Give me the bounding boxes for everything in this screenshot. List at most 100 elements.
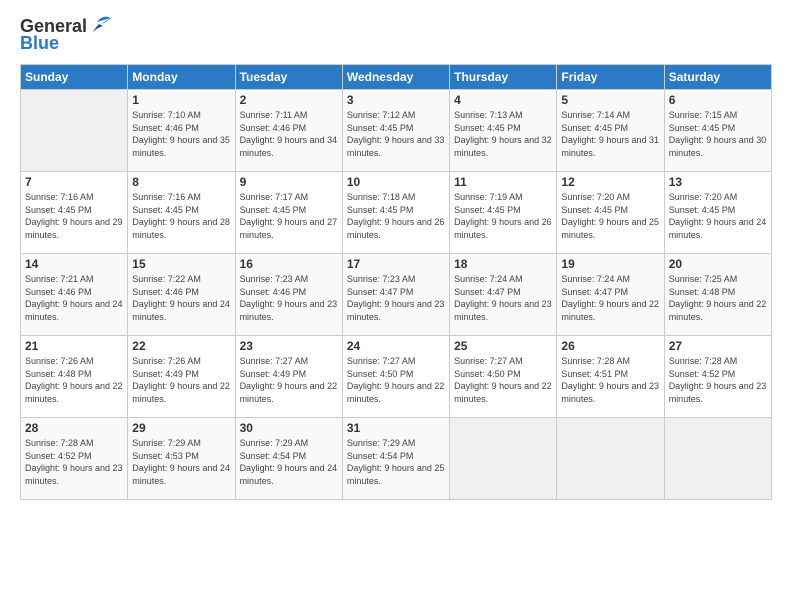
day-info: Sunrise: 7:24 AMSunset: 4:47 PMDaylight:…: [561, 273, 659, 323]
calendar-cell: 27 Sunrise: 7:28 AMSunset: 4:52 PMDayligh…: [664, 336, 771, 418]
page: General Blue Sunday Monday Tuesday Wedne…: [0, 0, 792, 612]
day-info: Sunrise: 7:19 AMSunset: 4:45 PMDaylight:…: [454, 191, 552, 241]
calendar-week-row: 7 Sunrise: 7:16 AMSunset: 4:45 PMDaylight…: [21, 172, 772, 254]
day-number: 14: [25, 257, 123, 271]
logo: General Blue: [20, 16, 115, 54]
day-info: Sunrise: 7:29 AMSunset: 4:54 PMDaylight:…: [240, 437, 338, 487]
day-number: 19: [561, 257, 659, 271]
day-info: Sunrise: 7:25 AMSunset: 4:48 PMDaylight:…: [669, 273, 767, 323]
calendar-cell: 28 Sunrise: 7:28 AMSunset: 4:52 PMDayligh…: [21, 418, 128, 500]
day-number: 3: [347, 93, 445, 107]
calendar-cell: 16Sunrise: 7:23 AMSunset: 4:46 PMDayligh…: [235, 254, 342, 336]
day-number: 8: [132, 175, 230, 189]
calendar-cell: 22Sunrise: 7:26 AMSunset: 4:49 PMDayligh…: [128, 336, 235, 418]
header-tuesday: Tuesday: [235, 65, 342, 90]
day-number: 30: [240, 421, 338, 435]
day-number: 29: [132, 421, 230, 435]
day-info: Sunrise: 7:28 AMSunset: 4:52 PMDaylight:…: [25, 437, 123, 487]
calendar-week-row: 1 Sunrise: 7:10 AMSunset: 4:46 PMDaylight…: [21, 90, 772, 172]
day-info: Sunrise: 7:20 AMSunset: 4:45 PMDaylight:…: [669, 191, 767, 241]
day-number: 9: [240, 175, 338, 189]
day-info: Sunrise: 7:10 AMSunset: 4:46 PMDaylight:…: [132, 109, 230, 159]
day-number: 23: [240, 339, 338, 353]
calendar-cell: 18 Sunrise: 7:24 AMSunset: 4:47 PMDayligh…: [450, 254, 557, 336]
calendar-cell: 4Sunrise: 7:13 AMSunset: 4:45 PMDaylight…: [450, 90, 557, 172]
calendar-cell: 23 Sunrise: 7:27 AMSunset: 4:49 PMDayligh…: [235, 336, 342, 418]
calendar-cell: 7 Sunrise: 7:16 AMSunset: 4:45 PMDaylight…: [21, 172, 128, 254]
header-saturday: Saturday: [664, 65, 771, 90]
calendar-cell: 20 Sunrise: 7:25 AMSunset: 4:48 PMDayligh…: [664, 254, 771, 336]
day-info: Sunrise: 7:17 AMSunset: 4:45 PMDaylight:…: [240, 191, 338, 241]
calendar-cell: 19 Sunrise: 7:24 AMSunset: 4:47 PMDayligh…: [557, 254, 664, 336]
calendar-cell: 24 Sunrise: 7:27 AMSunset: 4:50 PMDayligh…: [342, 336, 449, 418]
day-info: Sunrise: 7:14 AMSunset: 4:45 PMDaylight:…: [561, 109, 659, 159]
day-number: 22: [132, 339, 230, 353]
calendar-cell: 15 Sunrise: 7:22 AMSunset: 4:46 PMDayligh…: [128, 254, 235, 336]
day-number: 20: [669, 257, 767, 271]
calendar-table: Sunday Monday Tuesday Wednesday Thursday…: [20, 64, 772, 500]
calendar-cell: 12 Sunrise: 7:20 AMSunset: 4:45 PMDayligh…: [557, 172, 664, 254]
calendar-cell: 26 Sunrise: 7:28 AMSunset: 4:51 PMDayligh…: [557, 336, 664, 418]
header-monday: Monday: [128, 65, 235, 90]
day-info: Sunrise: 7:11 AMSunset: 4:46 PMDaylight:…: [240, 109, 338, 159]
day-info: Sunrise: 7:20 AMSunset: 4:45 PMDaylight:…: [561, 191, 659, 241]
calendar-cell: [450, 418, 557, 500]
day-number: 11: [454, 175, 552, 189]
calendar-cell: 17Sunrise: 7:23 AMSunset: 4:47 PMDayligh…: [342, 254, 449, 336]
day-info: Sunrise: 7:27 AMSunset: 4:50 PMDaylight:…: [347, 355, 445, 405]
day-info: Sunrise: 7:12 AMSunset: 4:45 PMDaylight:…: [347, 109, 445, 159]
day-number: 24: [347, 339, 445, 353]
day-info: Sunrise: 7:16 AMSunset: 4:45 PMDaylight:…: [132, 191, 230, 241]
day-number: 26: [561, 339, 659, 353]
calendar-cell: 10 Sunrise: 7:18 AMSunset: 4:45 PMDayligh…: [342, 172, 449, 254]
header-thursday: Thursday: [450, 65, 557, 90]
day-info: Sunrise: 7:24 AMSunset: 4:47 PMDaylight:…: [454, 273, 552, 323]
day-number: 13: [669, 175, 767, 189]
day-number: 6: [669, 93, 767, 107]
calendar-cell: 29 Sunrise: 7:29 AMSunset: 4:53 PMDayligh…: [128, 418, 235, 500]
calendar-cell: 25Sunrise: 7:27 AMSunset: 4:50 PMDayligh…: [450, 336, 557, 418]
calendar-cell: [21, 90, 128, 172]
day-number: 10: [347, 175, 445, 189]
header: General Blue: [20, 16, 772, 54]
day-info: Sunrise: 7:29 AMSunset: 4:54 PMDaylight:…: [347, 437, 445, 487]
header-wednesday: Wednesday: [342, 65, 449, 90]
logo-blue-text: Blue: [20, 33, 59, 54]
day-info: Sunrise: 7:27 AMSunset: 4:49 PMDaylight:…: [240, 355, 338, 405]
day-info: Sunrise: 7:22 AMSunset: 4:46 PMDaylight:…: [132, 273, 230, 323]
day-number: 27: [669, 339, 767, 353]
header-friday: Friday: [557, 65, 664, 90]
day-info: Sunrise: 7:29 AMSunset: 4:53 PMDaylight:…: [132, 437, 230, 487]
day-info: Sunrise: 7:15 AMSunset: 4:45 PMDaylight:…: [669, 109, 767, 159]
day-number: 1: [132, 93, 230, 107]
day-info: Sunrise: 7:18 AMSunset: 4:45 PMDaylight:…: [347, 191, 445, 241]
day-number: 2: [240, 93, 338, 107]
day-info: Sunrise: 7:27 AMSunset: 4:50 PMDaylight:…: [454, 355, 552, 405]
calendar-cell: 31 Sunrise: 7:29 AMSunset: 4:54 PMDayligh…: [342, 418, 449, 500]
calendar-cell: 21Sunrise: 7:26 AMSunset: 4:48 PMDayligh…: [21, 336, 128, 418]
calendar-cell: 13 Sunrise: 7:20 AMSunset: 4:45 PMDayligh…: [664, 172, 771, 254]
day-info: Sunrise: 7:16 AMSunset: 4:45 PMDaylight:…: [25, 191, 123, 241]
day-number: 5: [561, 93, 659, 107]
calendar-cell: 6 Sunrise: 7:15 AMSunset: 4:45 PMDaylight…: [664, 90, 771, 172]
day-number: 18: [454, 257, 552, 271]
calendar-cell: 30 Sunrise: 7:29 AMSunset: 4:54 PMDayligh…: [235, 418, 342, 500]
day-info: Sunrise: 7:28 AMSunset: 4:52 PMDaylight:…: [669, 355, 767, 405]
day-number: 28: [25, 421, 123, 435]
day-number: 31: [347, 421, 445, 435]
day-info: Sunrise: 7:23 AMSunset: 4:46 PMDaylight:…: [240, 273, 338, 323]
header-sunday: Sunday: [21, 65, 128, 90]
calendar-cell: 14 Sunrise: 7:21 AMSunset: 4:46 PMDayligh…: [21, 254, 128, 336]
days-header-row: Sunday Monday Tuesday Wednesday Thursday…: [21, 65, 772, 90]
day-info: Sunrise: 7:26 AMSunset: 4:48 PMDaylight:…: [25, 355, 123, 405]
calendar-cell: 2 Sunrise: 7:11 AMSunset: 4:46 PMDaylight…: [235, 90, 342, 172]
day-info: Sunrise: 7:21 AMSunset: 4:46 PMDaylight:…: [25, 273, 123, 323]
day-number: 12: [561, 175, 659, 189]
day-number: 7: [25, 175, 123, 189]
day-info: Sunrise: 7:28 AMSunset: 4:51 PMDaylight:…: [561, 355, 659, 405]
calendar-cell: 11 Sunrise: 7:19 AMSunset: 4:45 PMDayligh…: [450, 172, 557, 254]
calendar-cell: 3 Sunrise: 7:12 AMSunset: 4:45 PMDaylight…: [342, 90, 449, 172]
day-number: 15: [132, 257, 230, 271]
day-number: 17: [347, 257, 445, 271]
calendar-cell: 8 Sunrise: 7:16 AMSunset: 4:45 PMDaylight…: [128, 172, 235, 254]
